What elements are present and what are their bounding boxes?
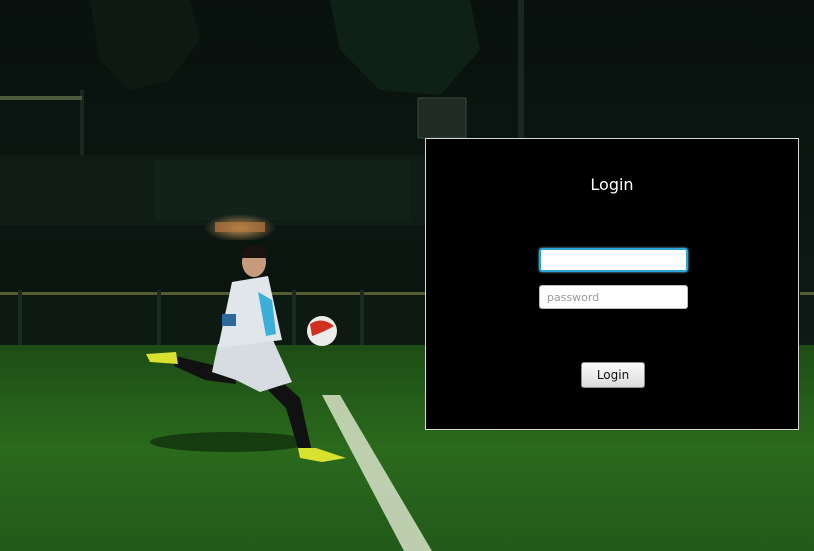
login-button[interactable]: Login bbox=[581, 362, 645, 388]
login-title: Login bbox=[590, 175, 634, 194]
username-field[interactable] bbox=[539, 248, 688, 272]
login-dialog: Login Login bbox=[425, 138, 799, 430]
password-field[interactable] bbox=[539, 285, 688, 309]
login-screen: Login Login bbox=[0, 0, 814, 551]
